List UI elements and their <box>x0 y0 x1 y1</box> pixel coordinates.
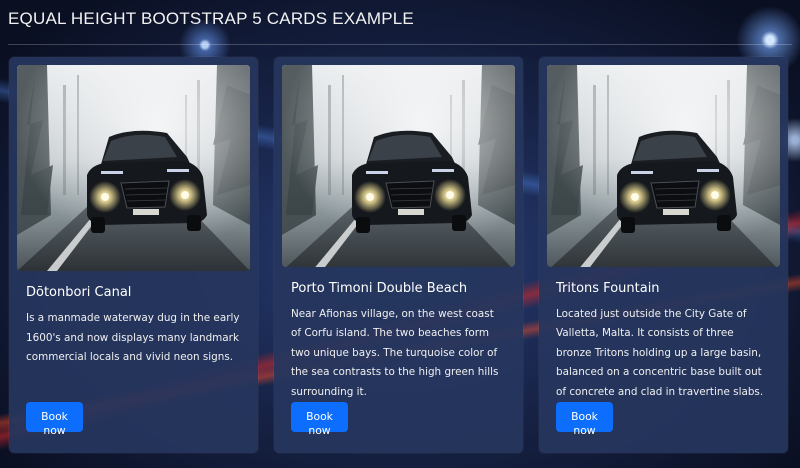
book-now-button[interactable]: Book now <box>291 402 348 437</box>
card-text: Located just outside the City Gate of Va… <box>556 307 764 398</box>
card-title: Porto Timoni Double Beach <box>291 280 468 296</box>
card-image <box>547 65 780 267</box>
card-body: Porto Timoni Double Beach Near Afionas v… <box>282 267 515 446</box>
title-divider <box>8 44 792 45</box>
card-text: Near Afionas village, on the west coast … <box>291 307 499 398</box>
card: Porto Timoni Double Beach Near Afionas v… <box>274 57 523 453</box>
page-title: EQUAL HEIGHT BOOTSTRAP 5 CARDS EXAMPLE <box>8 9 414 28</box>
card-text: Is a manmade waterway dug in the early 1… <box>26 312 240 363</box>
card-title: Dōtonbori Canal <box>26 285 132 300</box>
card-image <box>17 65 250 271</box>
book-now-button[interactable]: Book now <box>556 402 613 437</box>
card-title: Tritons Fountain <box>556 280 660 296</box>
card-body: Dōtonbori Canal Is a manmade waterway du… <box>17 271 250 445</box>
book-now-button[interactable]: Book now <box>26 402 83 437</box>
card: Dōtonbori Canal Is a manmade waterway du… <box>9 57 258 453</box>
card-image <box>282 65 515 267</box>
page: EQUAL HEIGHT BOOTSTRAP 5 CARDS EXAMPLE D… <box>0 0 800 468</box>
card: Tritons Fountain Located just outside th… <box>539 57 788 453</box>
card-row: Dōtonbori Canal Is a manmade waterway du… <box>9 57 788 453</box>
card-body: Tritons Fountain Located just outside th… <box>547 267 780 446</box>
